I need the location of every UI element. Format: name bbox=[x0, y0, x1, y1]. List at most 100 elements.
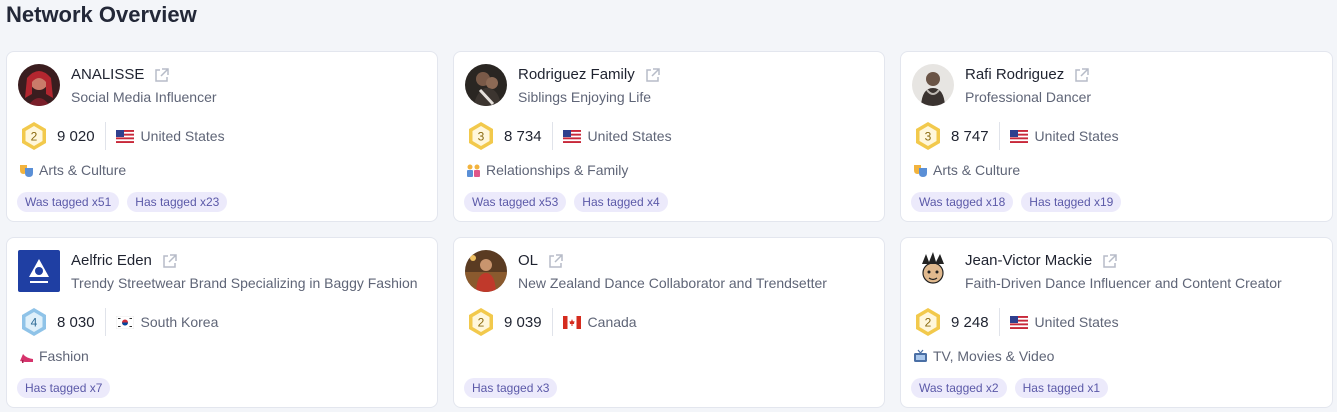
tag-chip[interactable]: Was tagged x18 bbox=[911, 192, 1014, 212]
profile-card[interactable]: Jean-Victor Mackie Faith-Driven Dance In… bbox=[900, 237, 1333, 408]
tag-chip[interactable]: Was tagged x51 bbox=[17, 192, 120, 212]
category-label: Fashion bbox=[39, 348, 89, 364]
profile-stats: 2 9 039 Canada bbox=[466, 307, 637, 337]
tag-list: Was tagged x51 Has tagged x23 bbox=[17, 192, 228, 212]
score: 8 734 bbox=[504, 127, 542, 145]
profile-subtitle: Siblings Enjoying Life bbox=[518, 89, 652, 105]
score: 9 039 bbox=[504, 313, 542, 331]
tag-list: Was tagged x18 Has tagged x19 bbox=[911, 192, 1122, 212]
avatar[interactable] bbox=[912, 250, 954, 292]
category-label: Arts & Culture bbox=[933, 162, 1021, 178]
divider bbox=[998, 122, 1000, 150]
profile-name[interactable]: Rodriguez Family bbox=[518, 65, 635, 85]
us-flag-icon bbox=[1009, 315, 1028, 329]
us-flag-icon bbox=[115, 129, 134, 143]
score: 9 248 bbox=[951, 313, 989, 331]
tag-list: Has tagged x3 bbox=[464, 378, 558, 398]
external-link-icon[interactable] bbox=[1073, 67, 1090, 84]
family-icon bbox=[467, 164, 480, 177]
country: United States bbox=[587, 128, 672, 144]
theater-masks-icon bbox=[20, 164, 33, 177]
us-flag-icon bbox=[1009, 129, 1028, 143]
profile-stats: 3 8 734 United States bbox=[466, 121, 672, 151]
theater-masks-icon bbox=[914, 164, 927, 177]
level-number: 2 bbox=[478, 316, 485, 330]
score: 8 030 bbox=[57, 313, 95, 331]
score: 9 020 bbox=[57, 127, 95, 145]
avatar[interactable] bbox=[465, 250, 507, 292]
profile-card[interactable]: Aelfric Eden Trendy Streetwear Brand Spe… bbox=[6, 237, 438, 408]
tag-chip[interactable]: Was tagged x53 bbox=[464, 192, 567, 212]
avatar[interactable] bbox=[18, 64, 60, 106]
level-badge: 3 bbox=[466, 121, 496, 151]
level-number: 2 bbox=[925, 316, 932, 330]
tv-icon bbox=[914, 349, 927, 362]
network-grid: ANALISSE Social Media Influencer 2 9 020… bbox=[6, 51, 1333, 408]
level-number: 2 bbox=[31, 130, 38, 144]
tag-chip[interactable]: Has tagged x4 bbox=[574, 192, 668, 212]
category: TV, Movies & Video bbox=[913, 348, 1054, 364]
tag-list: Was tagged x53 Has tagged x4 bbox=[464, 192, 668, 212]
external-link-icon[interactable] bbox=[547, 253, 564, 270]
us-flag-icon bbox=[562, 129, 581, 143]
external-link-icon[interactable] bbox=[161, 253, 178, 270]
level-badge: 3 bbox=[913, 121, 943, 151]
external-link-icon[interactable] bbox=[644, 67, 661, 84]
country: United States bbox=[1034, 314, 1119, 330]
high-heel-icon bbox=[20, 353, 33, 363]
tag-chip[interactable]: Was tagged x2 bbox=[911, 378, 1007, 398]
profile-subtitle: Professional Dancer bbox=[965, 89, 1092, 105]
profile-card[interactable]: Rodriguez Family Siblings Enjoying Life … bbox=[453, 51, 885, 222]
country: United States bbox=[1034, 128, 1119, 144]
profile-card[interactable]: Rafi Rodriguez Professional Dancer 3 8 7… bbox=[900, 51, 1333, 222]
profile-stats: 3 8 747 United States bbox=[913, 121, 1119, 151]
category-label: TV, Movies & Video bbox=[933, 348, 1055, 364]
profile-stats: 4 8 030 South Korea bbox=[19, 307, 218, 337]
category: Arts & Culture bbox=[913, 162, 1020, 178]
avatar[interactable] bbox=[18, 250, 60, 292]
level-badge: 2 bbox=[913, 307, 943, 337]
level-number: 3 bbox=[925, 130, 932, 144]
tag-chip[interactable]: Has tagged x7 bbox=[17, 378, 111, 398]
tag-chip[interactable]: Has tagged x19 bbox=[1021, 192, 1122, 212]
external-link-icon[interactable] bbox=[153, 67, 170, 84]
profile-name[interactable]: Aelfric Eden bbox=[71, 251, 152, 271]
tag-chip[interactable]: Has tagged x1 bbox=[1014, 378, 1108, 398]
avatar[interactable] bbox=[465, 64, 507, 106]
tag-list: Has tagged x7 bbox=[17, 378, 111, 398]
external-link-icon[interactable] bbox=[1101, 253, 1118, 270]
level-number: 4 bbox=[31, 316, 38, 330]
level-badge: 2 bbox=[466, 307, 496, 337]
tag-list: Was tagged x2 Has tagged x1 bbox=[911, 378, 1108, 398]
divider bbox=[551, 308, 553, 336]
category: Arts & Culture bbox=[19, 162, 126, 178]
profile-stats: 2 9 020 United States bbox=[19, 121, 225, 151]
profile-subtitle: Trendy Streetwear Brand Specializing in … bbox=[71, 275, 418, 291]
divider bbox=[551, 122, 553, 150]
profile-subtitle: Social Media Influencer bbox=[71, 89, 217, 105]
country: South Korea bbox=[140, 314, 219, 330]
profile-subtitle: Faith-Driven Dance Influencer and Conten… bbox=[965, 275, 1282, 291]
divider bbox=[998, 308, 1000, 336]
profile-subtitle: New Zealand Dance Collaborator and Trend… bbox=[518, 275, 827, 291]
divider bbox=[104, 122, 106, 150]
country: Canada bbox=[587, 314, 637, 330]
score: 8 747 bbox=[951, 127, 989, 145]
profile-name[interactable]: OL bbox=[518, 251, 538, 271]
level-badge: 2 bbox=[19, 121, 49, 151]
avatar[interactable] bbox=[912, 64, 954, 106]
tag-chip[interactable]: Has tagged x3 bbox=[464, 378, 558, 398]
country: United States bbox=[140, 128, 225, 144]
category: Fashion bbox=[19, 348, 89, 364]
profile-name[interactable]: ANALISSE bbox=[71, 65, 144, 85]
profile-card[interactable]: OL New Zealand Dance Collaborator and Tr… bbox=[453, 237, 885, 408]
category-label: Arts & Culture bbox=[39, 162, 127, 178]
kr-flag-icon bbox=[115, 315, 134, 329]
level-badge: 4 bbox=[19, 307, 49, 337]
profile-name[interactable]: Jean-Victor Mackie bbox=[965, 251, 1092, 271]
profile-card[interactable]: ANALISSE Social Media Influencer 2 9 020… bbox=[6, 51, 438, 222]
category-label: Relationships & Family bbox=[486, 162, 629, 178]
level-number: 3 bbox=[478, 130, 485, 144]
profile-name[interactable]: Rafi Rodriguez bbox=[965, 65, 1064, 85]
tag-chip[interactable]: Has tagged x23 bbox=[127, 192, 228, 212]
